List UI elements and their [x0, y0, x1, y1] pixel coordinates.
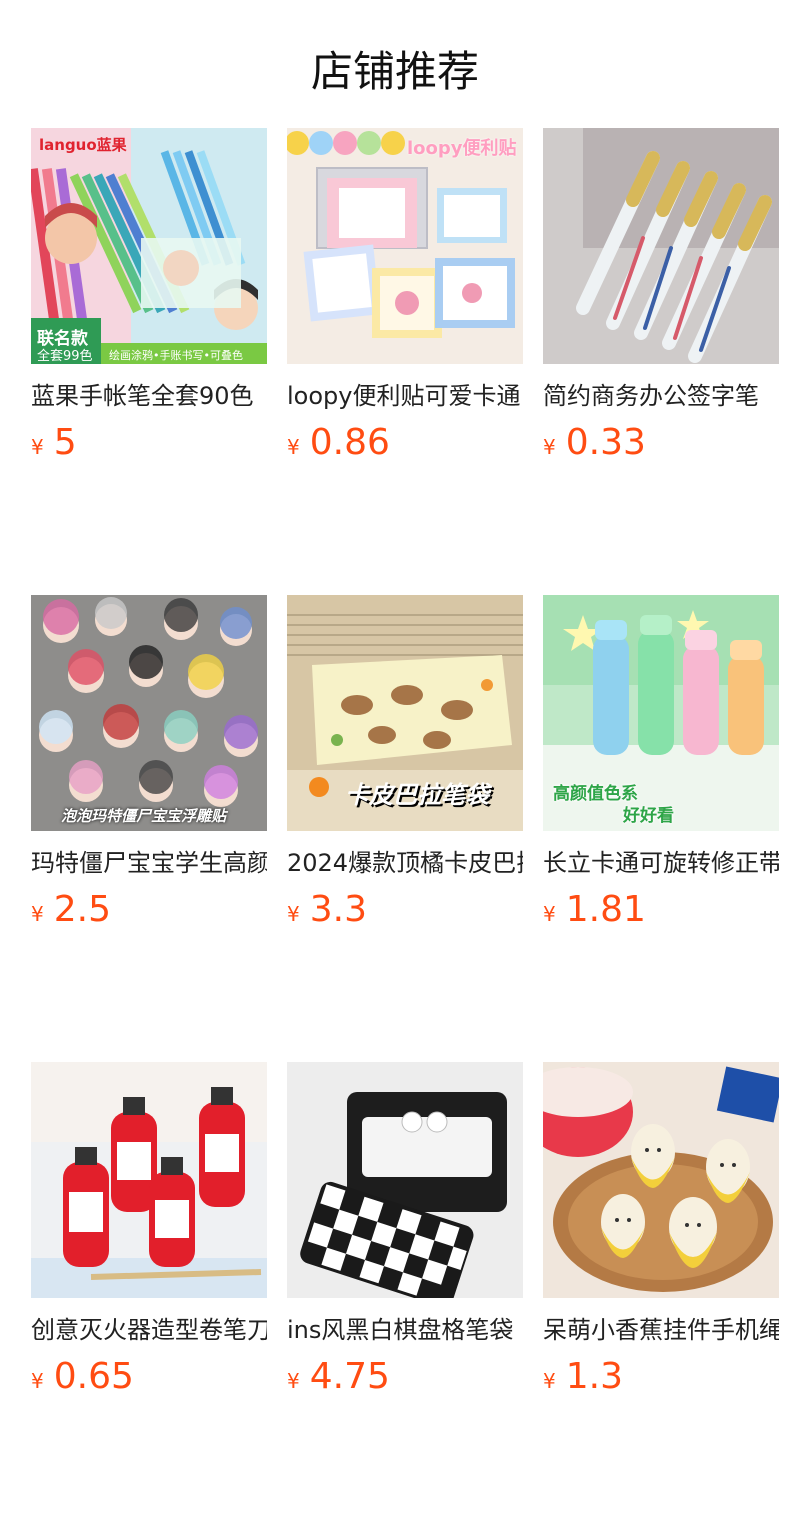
product-title[interactable]: loopy便利贴可爱卡通 — [287, 380, 523, 412]
product-image[interactable]: 泡泡玛特僵尸宝宝浮雕贴 — [31, 595, 267, 831]
product-image[interactable]: languo蓝果 联名款 全套99色 绘画涂鸦•手账书写•可叠色 — [31, 128, 267, 364]
price-value: 1.81 — [565, 889, 646, 930]
currency-symbol: ¥ — [543, 902, 556, 926]
product-image[interactable] — [543, 1062, 779, 1298]
product-image[interactable]: 高颜值色系 好好看 — [543, 595, 779, 831]
product-image[interactable] — [31, 1062, 267, 1298]
shop-recommend-header: 店铺推荐 — [0, 0, 790, 128]
image-caption: 泡泡玛特僵尸宝宝浮雕贴 — [61, 807, 227, 825]
product-price: ¥ 1.3 — [543, 1356, 779, 1397]
price-value: 3.3 — [309, 889, 367, 930]
product-title[interactable]: 呆萌小香蕉挂件手机绳 — [543, 1314, 779, 1346]
brand-text: loopy便利贴 — [407, 138, 517, 159]
product-title[interactable]: 玛特僵尸宝宝学生高颜 — [31, 847, 267, 879]
currency-symbol: ¥ — [287, 1369, 300, 1393]
product-price: ¥ 1.81 — [543, 889, 779, 930]
image-caption-2: 好好看 — [623, 806, 674, 826]
image-caption: 卡皮巴拉笔袋 — [345, 781, 489, 809]
product-card[interactable]: 卡皮巴拉笔袋 2024爆款顶橘卡皮巴拉 ¥ 3.3 — [287, 595, 523, 930]
page-title: 店铺推荐 — [310, 47, 479, 96]
product-row: languo蓝果 联名款 全套99色 绘画涂鸦•手账书写•可叠色 蓝果手帐笔全套… — [31, 128, 781, 463]
product-image[interactable] — [287, 1062, 523, 1298]
product-title[interactable]: 2024爆款顶橘卡皮巴拉 — [287, 847, 523, 879]
product-price: ¥ 0.86 — [287, 422, 523, 463]
product-title[interactable]: 简约商务办公签字笔 — [543, 380, 779, 412]
currency-symbol: ¥ — [543, 435, 556, 459]
product-price: ¥ 3.3 — [287, 889, 523, 930]
product-card[interactable]: 泡泡玛特僵尸宝宝浮雕贴 玛特僵尸宝宝学生高颜 ¥ 2.5 — [31, 595, 267, 930]
currency-symbol: ¥ — [31, 1369, 44, 1393]
price-value: 0.65 — [53, 1356, 134, 1397]
stickers-image — [31, 595, 267, 831]
banner-text: 绘画涂鸦•手账书写•可叠色 — [109, 349, 243, 362]
product-grid: languo蓝果 联名款 全套99色 绘画涂鸦•手账书写•可叠色 蓝果手帐笔全套… — [31, 128, 781, 1529]
product-row: 泡泡玛特僵尸宝宝浮雕贴 玛特僵尸宝宝学生高颜 ¥ 2.5 卡皮巴拉笔袋 2024… — [31, 595, 781, 930]
price-value: 4.75 — [309, 1356, 390, 1397]
product-price: ¥ 0.65 — [31, 1356, 267, 1397]
product-title[interactable]: 长立卡通可旋转修正带 — [543, 847, 779, 879]
price-value: 5 — [53, 422, 77, 463]
gel-pens-image — [543, 128, 779, 364]
brand-text: languo蓝果 — [39, 136, 127, 154]
fire-extinguisher-sharpener-image — [31, 1062, 267, 1298]
price-value: 0.86 — [309, 422, 390, 463]
product-price: ¥ 5 — [31, 422, 267, 463]
product-image[interactable]: 卡皮巴拉笔袋 — [287, 595, 523, 831]
currency-symbol: ¥ — [287, 435, 300, 459]
product-price: ¥ 4.75 — [287, 1356, 523, 1397]
currency-symbol: ¥ — [543, 1369, 556, 1393]
product-title[interactable]: ins风黑白棋盘格笔袋 — [287, 1314, 523, 1346]
sticky-notes-image — [287, 128, 523, 364]
badge-subtext: 全套99色 — [37, 349, 93, 364]
product-image[interactable]: loopy便利贴 — [287, 128, 523, 364]
product-card[interactable]: 简约商务办公签字笔 ¥ 0.33 — [543, 128, 779, 463]
product-card[interactable]: loopy便利贴 loopy便利贴可爱卡通 ¥ 0.86 — [287, 128, 523, 463]
product-card[interactable]: 高颜值色系 好好看 长立卡通可旋转修正带 ¥ 1.81 — [543, 595, 779, 930]
product-title[interactable]: 创意灭火器造型卷笔刀 — [31, 1314, 267, 1346]
checkerboard-pencil-case-image — [287, 1062, 523, 1298]
currency-symbol: ¥ — [31, 902, 44, 926]
price-value: 0.33 — [565, 422, 646, 463]
product-title[interactable]: 蓝果手帐笔全套90色 — [31, 380, 267, 412]
banana-plush-image — [543, 1062, 779, 1298]
currency-symbol: ¥ — [287, 902, 300, 926]
currency-symbol: ¥ — [31, 435, 44, 459]
product-card[interactable]: languo蓝果 联名款 全套99色 绘画涂鸦•手账书写•可叠色 蓝果手帐笔全套… — [31, 128, 267, 463]
product-price: ¥ 0.33 — [543, 422, 779, 463]
product-image[interactable] — [543, 128, 779, 364]
price-value: 1.3 — [565, 1356, 623, 1397]
price-value: 2.5 — [53, 889, 111, 930]
product-price: ¥ 2.5 — [31, 889, 267, 930]
